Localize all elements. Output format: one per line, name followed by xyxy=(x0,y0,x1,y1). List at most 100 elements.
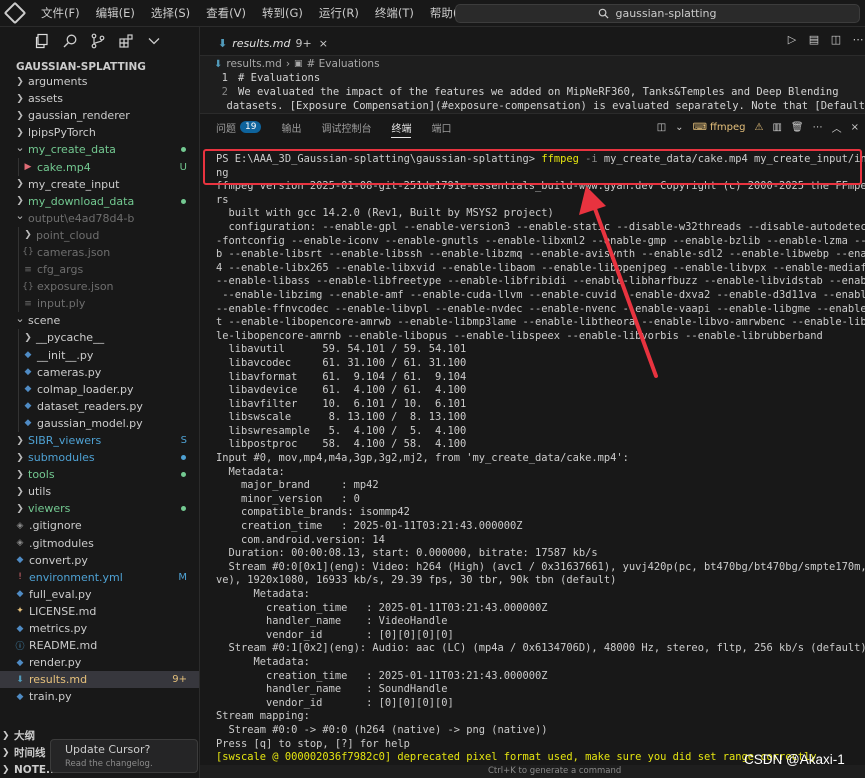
line-number xyxy=(200,100,227,113)
search-sidebar-icon[interactable] xyxy=(56,27,84,55)
git-status-dot xyxy=(181,147,186,153)
tab-output[interactable]: 输出 xyxy=(281,120,301,135)
tree-item[interactable]: ❯ utils xyxy=(0,483,199,500)
code-text: # Evaluations xyxy=(238,72,321,84)
tree-item[interactable]: ⌄ output\e4ad78d4-b xyxy=(0,209,199,227)
tree-item-label: scene xyxy=(28,314,61,328)
breadcrumb-file[interactable]: results.md xyxy=(226,58,281,70)
toast-subtitle[interactable]: Read the changelog. xyxy=(65,759,183,769)
chevron-down-icon: ⌄ xyxy=(15,209,25,223)
tab-ports[interactable]: 端口 xyxy=(431,120,451,135)
tree-item[interactable]: ◆ dataset_readers.py xyxy=(0,397,199,415)
tree-item[interactable]: ❯ lpipsPyTorch xyxy=(0,124,199,141)
tree-item[interactable]: ❯ gaussian_renderer xyxy=(0,107,199,124)
indent-guide xyxy=(18,226,19,244)
terminal-line: Metadata: xyxy=(216,465,285,478)
json-icon: {} xyxy=(22,247,34,258)
markdown-icon: ⬇ xyxy=(16,674,24,685)
close-icon[interactable]: × xyxy=(319,37,328,50)
tree-item[interactable]: ⓘ README.md xyxy=(0,637,199,654)
tree-item[interactable]: ▶ cake.mp4 U xyxy=(0,158,199,176)
tree-item[interactable]: ❯ assets xyxy=(0,90,199,107)
extensions-icon[interactable] xyxy=(112,27,140,55)
split-terminal-icon[interactable]: ◫ xyxy=(657,122,666,133)
tree-item[interactable]: ✦ LICENSE.md xyxy=(0,603,199,620)
terminal-output[interactable]: PS E:\AAA_3D_Gaussian-splatting\gaussian… xyxy=(200,140,865,765)
tree-item[interactable]: ◆ train.py xyxy=(0,688,199,705)
tree-item[interactable]: ◈ .gitignore xyxy=(0,517,199,534)
menu-go[interactable]: 转到(G) xyxy=(254,0,311,27)
tree-item[interactable]: ! environment.yml M xyxy=(0,569,199,586)
menu-bar: 文件(F) 编辑(E) 选择(S) 查看(V) 转到(G) 运行(R) 终端(T… xyxy=(33,0,478,27)
chevron-down-icon: ⌄ xyxy=(15,140,25,154)
git-status-dot xyxy=(181,506,186,512)
tree-item[interactable]: ◆ render.py xyxy=(0,654,199,671)
tab-terminal[interactable]: 终端 xyxy=(391,120,412,138)
tree-item[interactable]: {} exposure.json xyxy=(0,278,199,296)
tree-item[interactable]: ❯ SIBR_viewers S xyxy=(0,432,199,449)
tree-item[interactable]: ❯ submodules xyxy=(0,449,199,466)
chevron-down-icon[interactable] xyxy=(140,27,168,55)
split-editor-icon[interactable]: ◫ xyxy=(829,33,843,47)
tree-item[interactable]: ◈ .gitmodules xyxy=(0,535,199,552)
tree-item-label: .gitmodules xyxy=(29,536,94,550)
terminal-selector[interactable]: ⌨ ffmpeg xyxy=(693,122,746,133)
tree-item[interactable]: ⬇ results.md 9+ xyxy=(0,671,199,689)
menu-terminal[interactable]: 终端(T) xyxy=(367,0,422,27)
tree-item[interactable]: ❯ __pycache__ xyxy=(0,329,199,347)
tree-item[interactable]: ◆ gaussian_model.py xyxy=(0,414,199,432)
timeline-label: 时间线 xyxy=(14,747,46,759)
breadcrumb-separator-icon: › xyxy=(285,58,291,70)
split-icon[interactable]: ▥ xyxy=(772,122,781,133)
menu-file[interactable]: 文件(F) xyxy=(33,0,88,27)
tree-item-label: train.py xyxy=(29,690,72,704)
tree-item-label: output\e4ad78d4-b xyxy=(28,211,135,225)
warning-icon[interactable]: ⚠ xyxy=(754,122,763,133)
tab-problems[interactable]: 问题 19 xyxy=(216,120,262,135)
preview-icon[interactable]: ▤ xyxy=(807,33,821,47)
tree-item[interactable]: ❯ point_cloud xyxy=(0,226,199,244)
tree-item[interactable]: ❯ tools xyxy=(0,466,199,483)
breadcrumb-symbol[interactable]: # Evaluations xyxy=(307,58,380,70)
tree-item[interactable]: ◆ convert.py xyxy=(0,552,199,569)
tab-results-md[interactable]: ⬇ results.md 9+ × xyxy=(210,30,336,56)
terminal-line: libavformat 61. 9.104 / 61. 9.104 xyxy=(216,370,467,383)
run-icon[interactable]: ▷ xyxy=(785,33,799,47)
tree-item-label: full_eval.py xyxy=(29,587,92,601)
close-panel-icon[interactable]: × xyxy=(851,122,859,133)
tree-item[interactable]: ◆ __init__.py xyxy=(0,346,199,364)
tree-item[interactable]: ⌄ my_create_data xyxy=(0,141,199,158)
tree-item[interactable]: ❯ my_create_input xyxy=(0,176,199,193)
tree-item[interactable]: ❯ my_download_data xyxy=(0,193,199,210)
command-center-search[interactable]: gaussian-splatting xyxy=(455,4,860,23)
chevron-right-icon: ❯ xyxy=(24,332,32,343)
source-control-icon[interactable] xyxy=(84,27,112,55)
tree-item[interactable]: ❯ arguments xyxy=(0,73,199,90)
tree-item[interactable]: ◆ metrics.py xyxy=(0,620,199,637)
maximize-panel-icon[interactable]: ︿ xyxy=(832,120,842,135)
explorer-icon[interactable] xyxy=(28,27,56,55)
code-editor[interactable]: 1 # Evaluations 2 We evaluated the impac… xyxy=(200,72,865,113)
tree-item-label: gaussian_renderer xyxy=(28,109,130,123)
tree-item[interactable]: ≡ cfg_args xyxy=(0,261,199,279)
line-number: 1 xyxy=(221,72,228,84)
git-icon: ◈ xyxy=(16,520,24,531)
tree-item[interactable]: ◆ cameras.py xyxy=(0,363,199,381)
chevron-down-icon[interactable]: ⌄ xyxy=(675,122,683,133)
menu-run[interactable]: 运行(R) xyxy=(311,0,367,27)
more-actions-icon[interactable]: ⋯ xyxy=(813,122,823,133)
tree-item[interactable]: ≡ input.ply xyxy=(0,295,199,313)
tree-item[interactable]: ⌄ scene xyxy=(0,312,199,329)
markdown-icon: ⬇ xyxy=(218,36,228,50)
tree-item[interactable]: {} cameras.json xyxy=(0,243,199,262)
tree-item[interactable]: ❯ viewers xyxy=(0,500,199,517)
tab-debug-console[interactable]: 调试控制台 xyxy=(321,120,371,135)
tree-item[interactable]: ◆ full_eval.py xyxy=(0,586,199,603)
more-actions-icon[interactable]: ⋯ xyxy=(851,33,865,47)
update-toast[interactable]: Update Cursor? Read the changelog. xyxy=(50,739,198,773)
trash-icon[interactable]: 🗑 xyxy=(791,122,804,133)
menu-edit[interactable]: 编辑(E) xyxy=(88,0,143,27)
menu-view[interactable]: 查看(V) xyxy=(198,0,254,27)
menu-selection[interactable]: 选择(S) xyxy=(143,0,198,27)
tree-item[interactable]: ◆ colmap_loader.py xyxy=(0,380,199,398)
